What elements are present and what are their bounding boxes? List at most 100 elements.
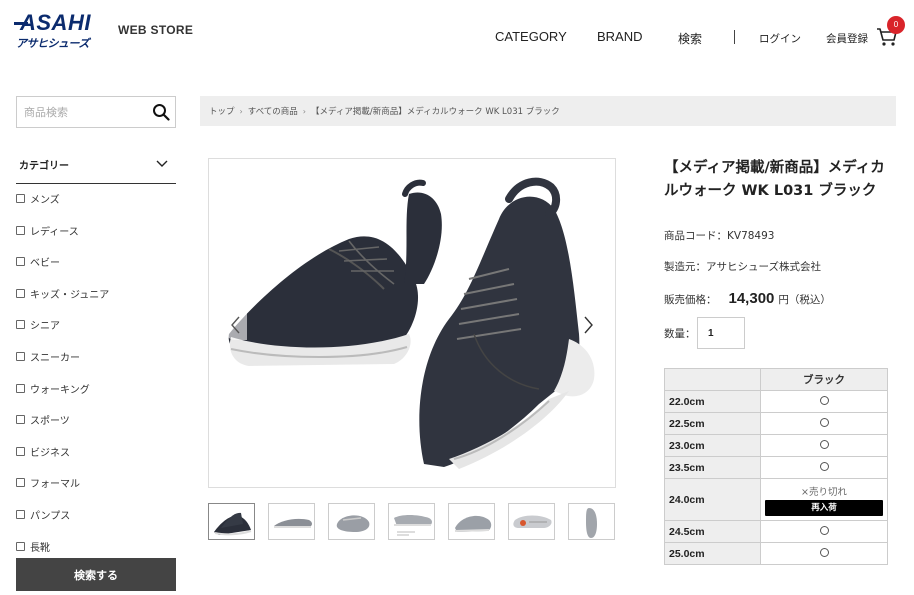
table-row[interactable]: 22.0cm [664, 390, 888, 413]
search-icon[interactable] [152, 103, 170, 121]
category-item-kids[interactable]: キッズ・ジュニア [16, 286, 109, 318]
product-maker: 製造元：アサヒシューズ株式会社 [664, 259, 821, 274]
in-stock-cell[interactable] [760, 412, 888, 435]
soldout-cell: ×売り切れ 再入荷 [760, 478, 888, 521]
category-label: ウォーキング [30, 384, 90, 396]
breadcrumb-all-products[interactable]: すべての商品 [248, 105, 298, 117]
category-item-ladies[interactable]: レディース [16, 223, 109, 255]
thumbnail-5[interactable] [448, 503, 495, 540]
nav-divider [734, 30, 735, 44]
in-stock-cell[interactable] [760, 434, 888, 457]
in-stock-circle-icon [819, 417, 829, 427]
size-header-blank [664, 368, 761, 391]
product-search-input[interactable] [17, 97, 137, 127]
price-value: 14,300 [728, 290, 775, 307]
size-stock-table: ブラック 22.0cm 22.5cm 23.0cm 23.5cm 24.0cm … [664, 368, 888, 565]
category-item-mens[interactable]: メンズ [16, 191, 109, 223]
next-image-arrow-icon[interactable] [579, 314, 597, 336]
nav-search[interactable]: 検索 [678, 30, 702, 47]
size-label: 24.0cm [664, 478, 761, 521]
category-checkbox[interactable] [16, 194, 25, 203]
table-row[interactable]: 25.0cm [664, 542, 888, 565]
thumbnail-6[interactable] [508, 503, 555, 540]
nav-brand[interactable]: BRAND [597, 29, 643, 44]
maker-label: 製造元： [664, 261, 706, 273]
thumbnail-1[interactable] [208, 503, 255, 540]
product-code: 商品コード：KV78493 [664, 228, 774, 243]
size-label: 23.5cm [664, 456, 761, 479]
product-code-label: 商品コード： [664, 230, 727, 242]
category-checkbox[interactable] [16, 257, 25, 267]
category-checkbox[interactable] [16, 288, 25, 298]
breadcrumb-home[interactable]: トップ [209, 105, 235, 117]
size-label: 23.0cm [664, 434, 761, 457]
nav-login[interactable]: ログイン [759, 31, 801, 46]
category-checkbox[interactable] [16, 509, 25, 519]
chevron-down-icon [156, 160, 168, 167]
in-stock-cell[interactable] [760, 520, 888, 543]
price-label: 販売価格： [664, 294, 717, 306]
category-checkbox[interactable] [16, 415, 25, 425]
category-title: カテゴリー [19, 161, 69, 172]
category-item-senior[interactable]: シニア [16, 317, 109, 349]
table-row[interactable]: 23.5cm [664, 456, 888, 479]
table-row[interactable]: 24.5cm [664, 520, 888, 543]
cart-count-badge: 0 [887, 16, 905, 34]
thumbnail-7[interactable] [568, 503, 615, 540]
category-item-walking[interactable]: ウォーキング [16, 381, 109, 413]
quantity-label: 数量： [664, 328, 696, 340]
category-item-formal[interactable]: フォーマル [16, 475, 109, 507]
thumbnail-strip [208, 503, 628, 540]
category-label: キッズ・ジュニア [30, 289, 110, 301]
in-stock-cell[interactable] [760, 456, 888, 479]
nav-register[interactable]: 会員登録 [826, 31, 868, 46]
category-checkbox[interactable] [16, 383, 25, 393]
left-shoe-graphic [228, 179, 442, 366]
size-label: 24.5cm [664, 520, 761, 543]
category-item-pumps[interactable]: パンプス [16, 507, 109, 539]
restock-notify-button[interactable]: 再入荷 [765, 499, 883, 516]
category-item-sneaker[interactable]: スニーカー [16, 349, 109, 381]
quantity-input[interactable] [697, 317, 745, 349]
breadcrumb: トップ › すべての商品 › 【メディア掲載/新商品】メディカルウォーク WK … [200, 96, 896, 126]
category-item-business[interactable]: ビジネス [16, 444, 109, 476]
thumbnail-4[interactable] [388, 503, 435, 540]
search-submit-button[interactable]: 検索する [16, 558, 176, 591]
category-label: スニーカー [30, 352, 80, 364]
category-checkbox[interactable] [16, 446, 25, 456]
product-code-value: KV78493 [727, 230, 775, 242]
thumbnail-2[interactable] [268, 503, 315, 540]
size-label: 22.5cm [664, 412, 761, 435]
in-stock-circle-icon [819, 547, 829, 557]
nav-category[interactable]: CATEGORY [495, 29, 567, 44]
thumbnail-3[interactable] [328, 503, 375, 540]
prev-image-arrow-icon[interactable] [227, 314, 245, 336]
category-checkbox[interactable] [16, 478, 25, 488]
category-checkbox[interactable] [16, 351, 25, 361]
table-row[interactable]: 22.5cm [664, 412, 888, 435]
product-price: 販売価格： 14,300 円（税込） [664, 290, 831, 307]
table-row[interactable]: 23.0cm [664, 434, 888, 457]
in-stock-circle-icon [819, 525, 829, 535]
category-item-baby[interactable]: ベビー [16, 254, 109, 286]
in-stock-circle-icon [819, 439, 829, 449]
logo-katakana: アサヒシューズ [16, 37, 89, 50]
category-label: メンズ [30, 195, 60, 206]
category-accordion-header[interactable]: カテゴリー [16, 150, 176, 184]
category-label: スポーツ [30, 416, 70, 428]
category-checkbox[interactable] [16, 320, 25, 330]
in-stock-circle-icon [819, 395, 829, 405]
category-item-sports[interactable]: スポーツ [16, 412, 109, 444]
category-label: フォーマル [30, 479, 80, 491]
category-checkbox[interactable] [16, 225, 25, 235]
category-label: 長靴 [30, 542, 50, 554]
category-label: レディース [30, 226, 79, 238]
category-label: シニア [30, 321, 60, 333]
category-checkbox[interactable] [16, 541, 25, 551]
in-stock-cell[interactable] [760, 390, 888, 413]
product-title: 【メディア掲載/新商品】メディカルウォーク WK L031 ブラック [664, 160, 885, 199]
asahi-logo[interactable]: ASAHI アサヒシューズ [14, 12, 108, 51]
logo-wordmark: ASAHI [14, 12, 108, 34]
shoe-pair-image [228, 177, 595, 469]
in-stock-cell[interactable] [760, 542, 888, 565]
